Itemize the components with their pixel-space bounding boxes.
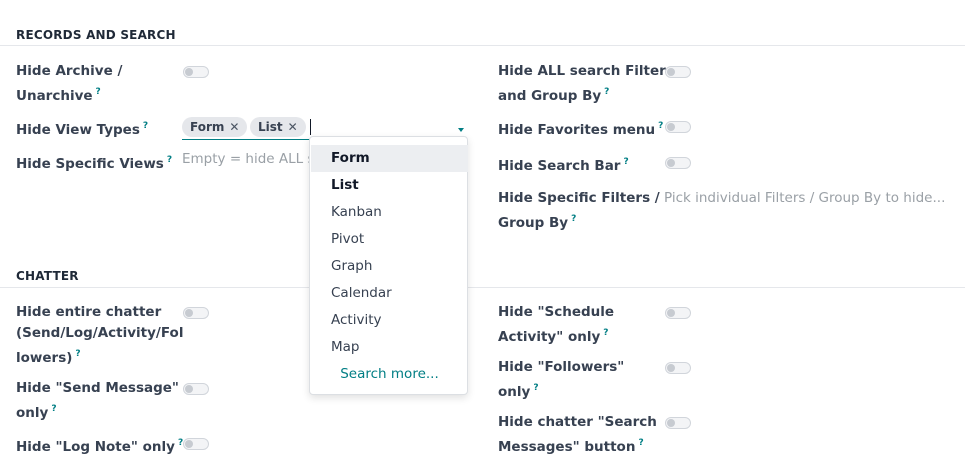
dropdown-option-graph[interactable]: Graph — [311, 253, 468, 280]
label-text: Hide Specific Filters / — [498, 190, 660, 206]
label-hide-search-messages: Hide chatter "Search Messages" button? — [498, 412, 657, 458]
label-text: Hide chatter "Search — [498, 414, 657, 430]
remove-tag-icon[interactable]: ✕ — [229, 120, 239, 134]
label-text: Hide Search Bar — [498, 158, 621, 174]
label-text: Hide entire chatter — [16, 304, 162, 320]
label-text: Hide "Followers" — [498, 359, 625, 375]
label-text: and Group By — [498, 88, 602, 104]
tag-list: List ✕ — [250, 117, 306, 137]
section-title-records-and-search: RECORDS AND SEARCH — [16, 28, 176, 42]
help-icon[interactable]: ? — [96, 87, 101, 97]
label-text: Unarchive — [16, 88, 93, 104]
toggle-hide-followers[interactable] — [665, 362, 691, 374]
tag-label: Form — [190, 120, 225, 134]
remove-tag-icon[interactable]: ✕ — [288, 120, 298, 134]
dropdown-option-form[interactable]: Form — [311, 145, 468, 172]
help-icon[interactable]: ? — [167, 155, 172, 165]
tag-form: Form ✕ — [182, 117, 248, 137]
tag-label: List — [258, 120, 283, 134]
view-types-dropdown: Form List Kanban Pivot Graph Calendar Ac… — [309, 136, 468, 395]
label-text: Hide ALL search Filters — [498, 63, 674, 79]
help-icon[interactable]: ? — [51, 404, 56, 414]
dropdown-option-activity[interactable]: Activity — [311, 307, 468, 334]
label-hide-archive: Hide Archive / Unarchive? — [16, 61, 122, 107]
help-icon[interactable]: ? — [571, 214, 576, 224]
label-text: Hide Specific Views — [16, 156, 164, 172]
label-hide-view-types: Hide View Types? — [16, 116, 148, 141]
section-divider — [0, 287, 965, 288]
label-hide-entire-chatter: Hide entire chatter (Send/Log/Activity/F… — [16, 302, 183, 369]
label-text: Activity" only — [498, 329, 601, 345]
dropdown-option-map[interactable]: Map — [311, 334, 468, 361]
help-icon[interactable]: ? — [533, 383, 538, 393]
section-divider — [0, 45, 965, 46]
help-icon[interactable]: ? — [658, 121, 663, 131]
label-text: only — [498, 384, 531, 400]
label-text: Hide "Schedule — [498, 304, 615, 320]
section-title-chatter: CHATTER — [16, 269, 79, 283]
help-icon[interactable]: ? — [603, 328, 608, 338]
label-hide-send-message: Hide "Send Message" only? — [16, 378, 179, 424]
toggle-hide-entire-chatter[interactable] — [183, 307, 209, 319]
help-icon[interactable]: ? — [75, 349, 80, 359]
label-text: lowers) — [16, 350, 73, 366]
label-hide-favorites-menu: Hide Favorites menu? — [498, 116, 663, 141]
toggle-hide-schedule-activity[interactable] — [665, 307, 691, 319]
toggle-hide-send-message[interactable] — [183, 383, 209, 395]
label-text: Hide "Send Message" — [16, 380, 179, 396]
help-icon[interactable]: ? — [623, 157, 628, 167]
specific-views-input[interactable]: Empty = hide ALL se — [182, 151, 323, 167]
dropdown-option-calendar[interactable]: Calendar — [311, 280, 468, 307]
toggle-hide-all-search-filters[interactable] — [665, 66, 691, 78]
label-text: Group By — [498, 215, 569, 231]
label-hide-followers: Hide "Followers" only? — [498, 357, 624, 403]
toggle-hide-search-messages[interactable] — [665, 417, 691, 429]
help-icon[interactable]: ? — [143, 121, 148, 131]
help-icon[interactable]: ? — [604, 87, 609, 97]
text-cursor — [310, 119, 311, 135]
dropdown-option-kanban[interactable]: Kanban — [311, 199, 468, 226]
toggle-hide-search-bar[interactable] — [665, 157, 691, 169]
specific-filters-input[interactable]: Pick individual Filters / Group By to hi… — [664, 190, 945, 206]
help-icon[interactable]: ? — [638, 438, 643, 448]
label-text: Hide View Types — [16, 122, 140, 138]
label-text: Hide "Log Note" only — [16, 439, 175, 455]
dropdown-option-pivot[interactable]: Pivot — [311, 226, 468, 253]
label-text: only — [16, 405, 49, 421]
label-hide-specific-views: Hide Specific Views? — [16, 150, 172, 175]
label-hide-log-note: Hide "Log Note" only? — [16, 433, 183, 458]
label-text: Hide Favorites menu — [498, 122, 656, 138]
dropdown-option-list[interactable]: List — [311, 172, 468, 199]
toggle-hide-archive[interactable] — [183, 66, 209, 78]
chevron-down-icon[interactable] — [458, 128, 464, 132]
label-hide-schedule-activity: Hide "Schedule Activity" only? — [498, 302, 614, 348]
toggle-hide-log-note[interactable] — [183, 438, 209, 450]
label-hide-all-search-filters: Hide ALL search Filters and Group By? — [498, 61, 674, 107]
toggle-hide-favorites-menu[interactable] — [665, 121, 691, 133]
view-types-input-underline[interactable] — [182, 139, 310, 140]
label-hide-search-bar: Hide Search Bar? — [498, 152, 629, 177]
label-text: Hide Archive / — [16, 63, 123, 79]
label-text: (Send/Log/Activity/Fol — [16, 325, 184, 341]
label-text: Messages" button — [498, 439, 636, 455]
search-more-link[interactable]: Search more... — [311, 361, 468, 388]
label-hide-specific-filters: Hide Specific Filters / Group By? — [498, 188, 660, 234]
